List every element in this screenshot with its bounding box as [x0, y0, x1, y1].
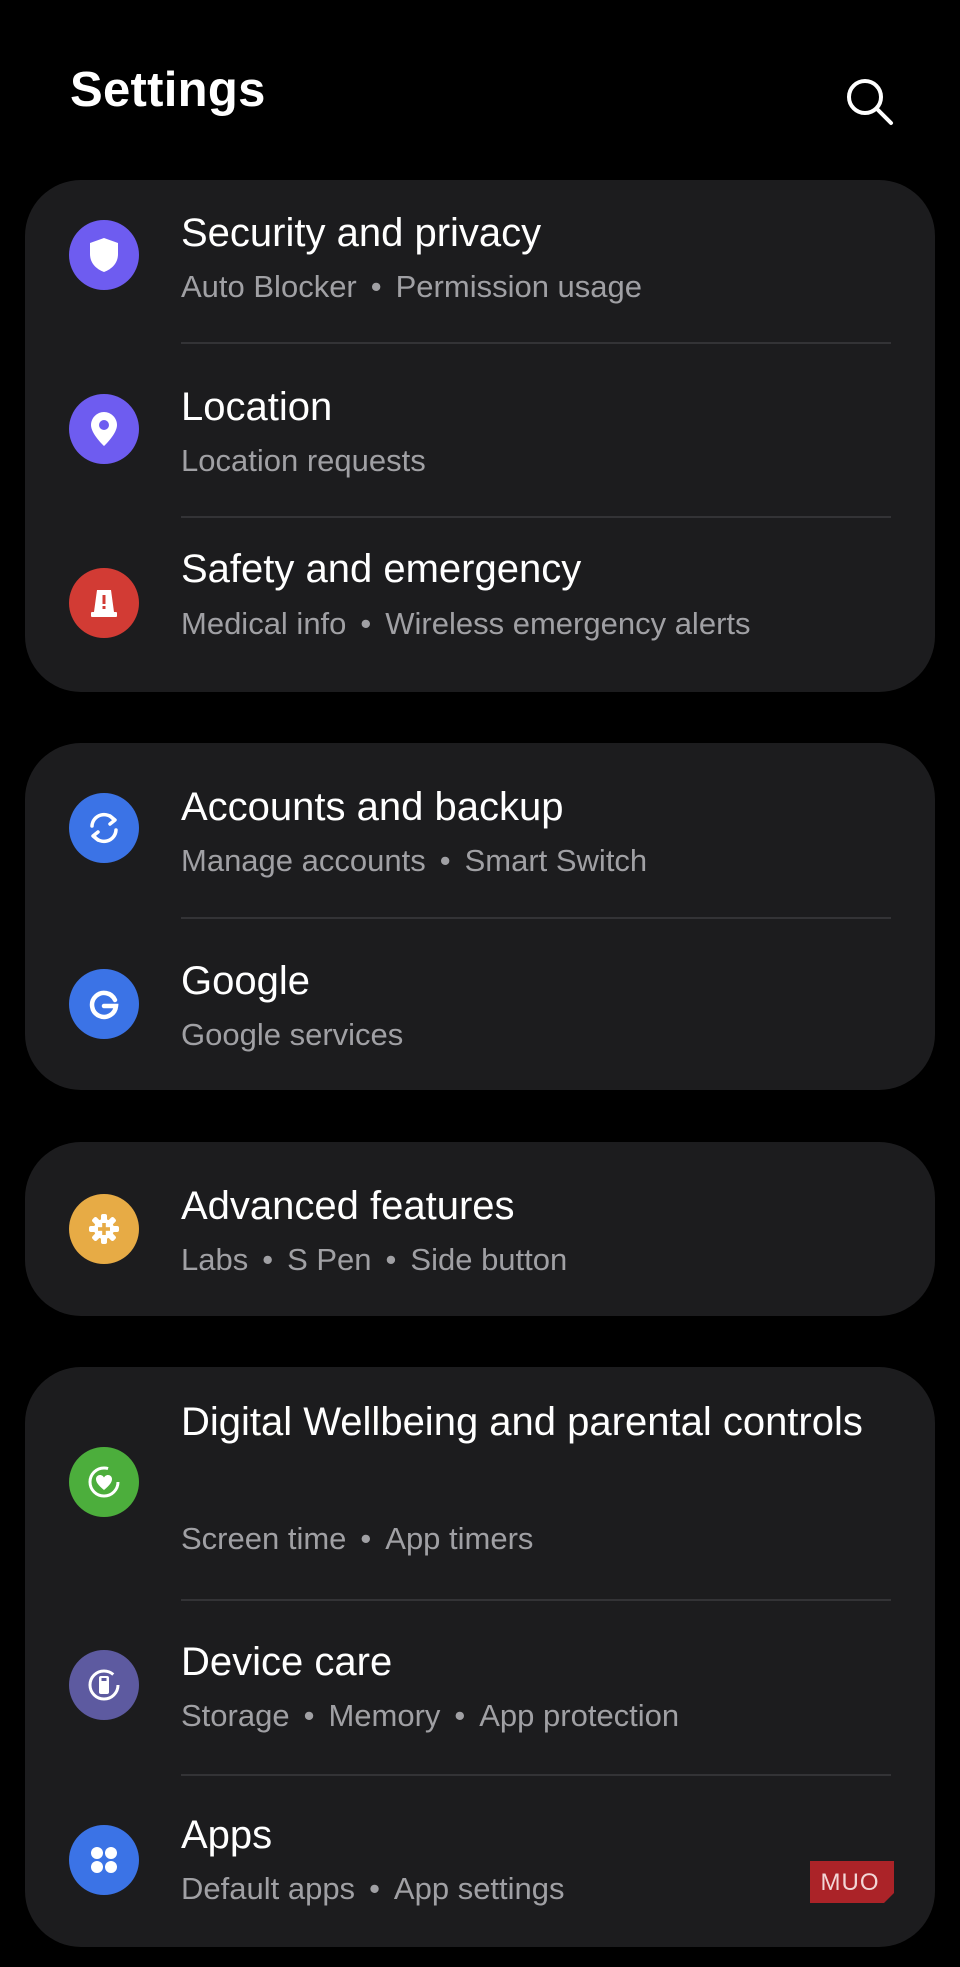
separator-dot: • — [370, 269, 382, 304]
separator-dot: • — [454, 1698, 466, 1733]
subtitle-part: Memory — [328, 1698, 441, 1733]
item-subtitle: Storage • Memory • App protection — [181, 1696, 895, 1736]
item-subtitle: Google services — [181, 1015, 895, 1055]
subtitle-part: Permission usage — [395, 269, 643, 304]
shield-icon — [69, 220, 139, 290]
header: Settings — [0, 0, 960, 180]
subtitle-part: Auto Blocker — [181, 269, 357, 304]
settings-group-advanced: Advanced features Labs • S Pen • Side button — [25, 1142, 935, 1316]
item-subtitle: Default apps • App settings — [181, 1869, 895, 1909]
page-title: Settings — [70, 63, 266, 117]
separator-dot: • — [439, 843, 451, 878]
subtitle-part: S Pen — [287, 1242, 372, 1277]
subtitle-part: Default apps — [181, 1871, 356, 1906]
item-title: Device care — [181, 1640, 393, 1684]
item-title: Location — [181, 385, 333, 429]
device-care-icon — [69, 1650, 139, 1720]
separator-dot: • — [303, 1698, 315, 1733]
sync-icon — [69, 793, 139, 863]
settings-item-google[interactable]: Google Google services — [25, 919, 935, 1090]
subtitle-part: Manage accounts — [181, 843, 426, 878]
item-title: Advanced features — [181, 1184, 515, 1228]
search-button[interactable] — [842, 74, 898, 130]
separator-dot: • — [262, 1242, 274, 1277]
apps-grid-icon — [69, 1825, 139, 1895]
subtitle-part: Google services — [181, 1017, 404, 1052]
item-subtitle: Auto Blocker • Permission usage — [181, 267, 895, 307]
item-subtitle: Medical info • Wireless emergency alerts — [181, 604, 895, 644]
subtitle-part: Location requests — [181, 443, 426, 478]
settings-item-location[interactable]: Location Location requests — [25, 344, 935, 518]
item-subtitle: Labs • S Pen • Side button — [181, 1240, 895, 1280]
settings-group-wellbeing: Digital Wellbeing and parental controls … — [25, 1367, 935, 1947]
subtitle-part: Smart Switch — [464, 843, 648, 878]
subtitle-part: Screen time — [181, 1521, 347, 1556]
subtitle-part: Side button — [410, 1242, 568, 1277]
item-subtitle: Screen time • App timers — [181, 1519, 895, 1559]
subtitle-part: Wireless emergency alerts — [385, 606, 751, 641]
subtitle-part: App settings — [393, 1871, 565, 1906]
watermark-text: MUO — [821, 1869, 880, 1896]
settings-group-security: Security and privacy Auto Blocker • Permis… — [25, 180, 935, 692]
item-title: Google — [181, 959, 310, 1003]
settings-item-safety-and-emergency[interactable]: Safety and emergency Medical info • Wirele… — [25, 518, 935, 692]
gear-plus-icon — [69, 1194, 139, 1264]
subtitle-part: Labs — [181, 1242, 249, 1277]
item-title: Accounts and backup — [181, 785, 564, 829]
settings-item-apps[interactable]: Apps Default apps • App settings — [25, 1776, 935, 1947]
settings-item-advanced-features[interactable]: Advanced features Labs • S Pen • Side button — [25, 1142, 935, 1316]
separator-dot: • — [360, 606, 372, 641]
settings-screen: Settings Security and privacy Auto Block… — [0, 0, 960, 1967]
wellbeing-heart-icon — [69, 1447, 139, 1517]
location-pin-icon — [69, 394, 139, 464]
subtitle-part: Storage — [181, 1698, 290, 1733]
separator-dot: • — [360, 1521, 372, 1556]
settings-item-security-and-privacy[interactable]: Security and privacy Auto Blocker • Permis… — [25, 180, 935, 354]
emergency-alert-icon — [69, 568, 139, 638]
settings-group-accounts: Accounts and backup Manage accounts • Smar… — [25, 743, 935, 1090]
subtitle-part: App protection — [479, 1698, 680, 1733]
settings-item-device-care[interactable]: Device care Storage • Memory • App protectio… — [25, 1601, 935, 1775]
separator-dot: • — [369, 1871, 380, 1906]
subtitle-part: Medical info — [181, 606, 347, 641]
item-subtitle: Manage accounts • Smart Switch — [181, 841, 895, 881]
item-title: Safety and emergency — [181, 547, 582, 591]
google-icon — [69, 969, 139, 1039]
muo-watermark-logo: MUO — [806, 1857, 898, 1903]
item-title: Security and privacy — [181, 211, 542, 255]
search-icon — [847, 79, 893, 125]
subtitle-part: App timers — [385, 1521, 534, 1556]
item-title: Digital Wellbeing and parental controls — [181, 1400, 863, 1444]
separator-dot: • — [385, 1242, 397, 1277]
settings-item-digital-wellbeing[interactable]: Digital Wellbeing and parental controls … — [25, 1367, 935, 1599]
settings-item-accounts-and-backup[interactable]: Accounts and backup Manage accounts • Smar… — [25, 743, 935, 917]
item-subtitle: Location requests — [181, 441, 895, 481]
item-title: Apps — [181, 1813, 273, 1857]
